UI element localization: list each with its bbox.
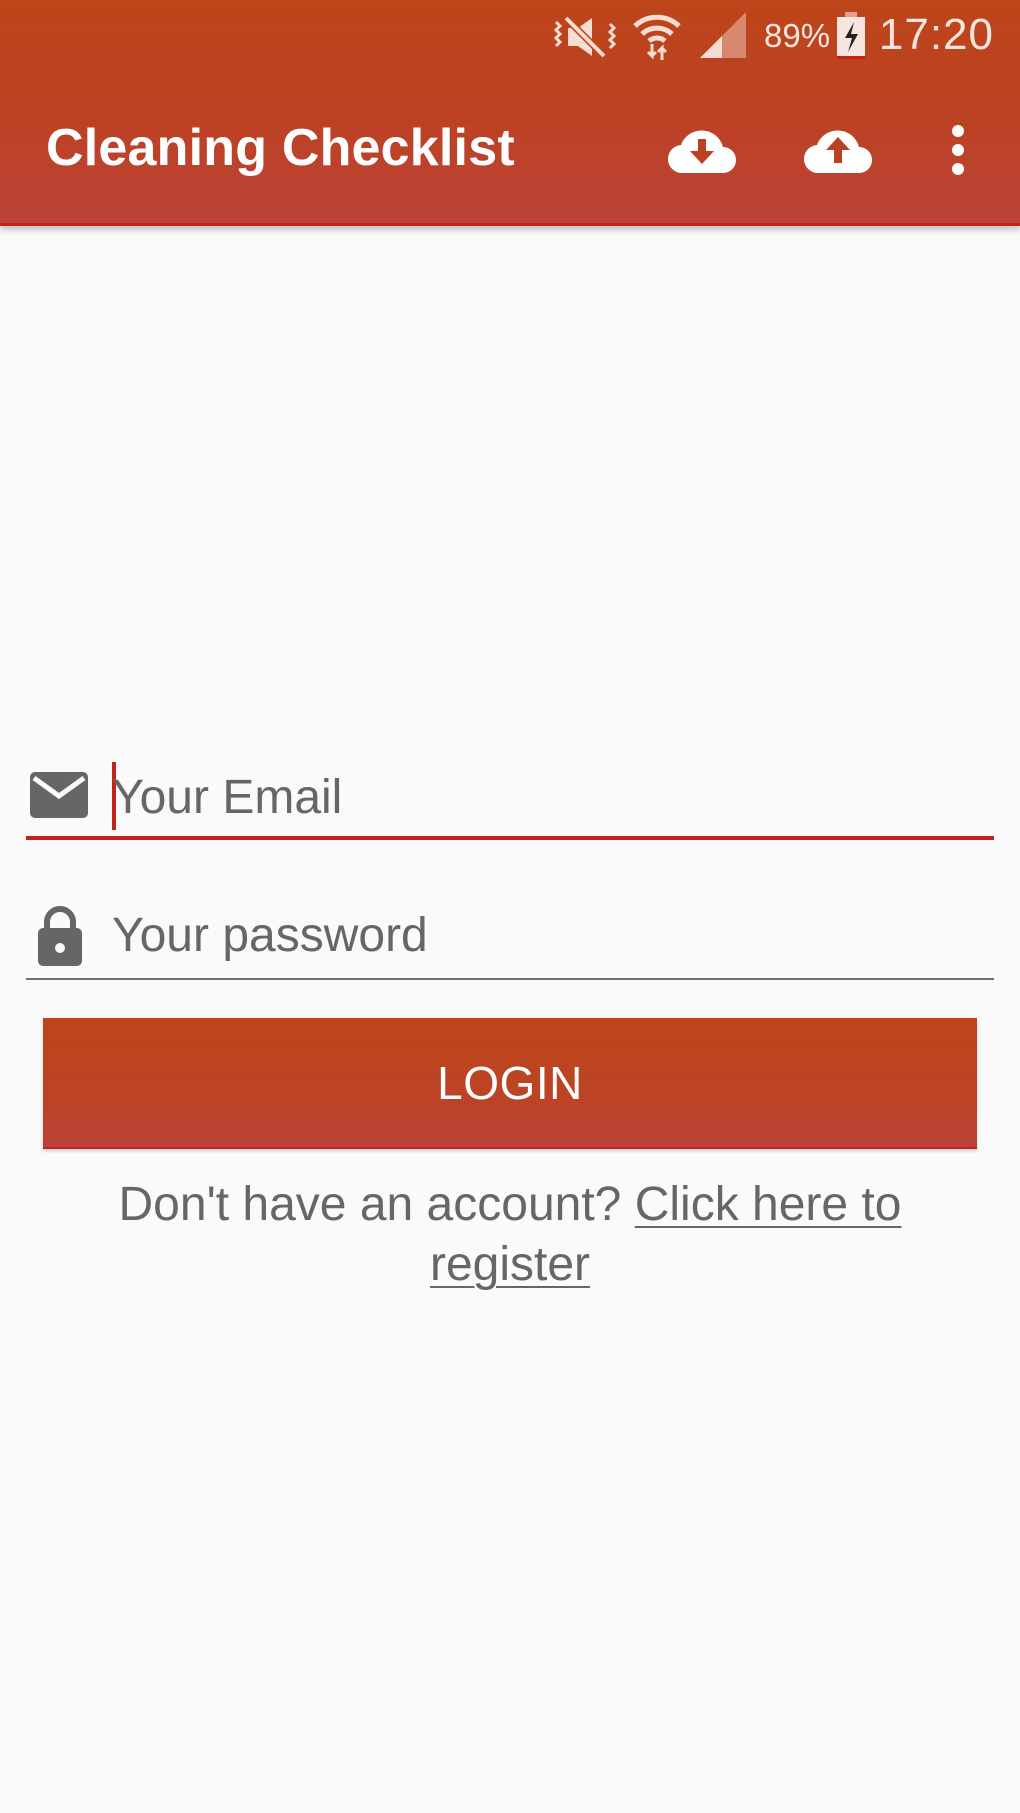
register-prompt: Don't have an account? Click here to reg…: [60, 1175, 960, 1295]
email-field-container: [26, 756, 994, 842]
battery-charging-icon: [837, 12, 865, 59]
signal-icon: [700, 12, 746, 58]
status-bar: 89% 17:20: [0, 0, 1020, 75]
lock-icon: [38, 906, 82, 966]
battery-percent: 89%: [764, 17, 831, 54]
email-input[interactable]: [112, 766, 972, 828]
register-prompt-text: Don't have an account?: [118, 1178, 635, 1231]
email-underline: [26, 836, 994, 840]
password-field-container: [26, 900, 994, 984]
vibrate-mute-icon: [553, 15, 617, 59]
app-bar: 89% 17:20 Cleaning Checklist: [0, 0, 1020, 226]
login-button[interactable]: LOGIN: [43, 1018, 977, 1149]
cloud-download-button[interactable]: [662, 118, 742, 182]
cloud-upload-button[interactable]: [798, 118, 878, 182]
overflow-menu-button[interactable]: [918, 118, 998, 182]
email-icon: [30, 772, 88, 818]
wifi-icon: [633, 14, 681, 60]
password-input[interactable]: [112, 904, 972, 966]
password-underline: [26, 978, 994, 980]
more-vert-icon: [952, 125, 964, 175]
clock: 17:20: [878, 10, 994, 59]
cloud-download-icon: [667, 130, 736, 174]
app-title: Cleaning Checklist: [46, 119, 515, 177]
cloud-upload-icon: [803, 130, 872, 174]
